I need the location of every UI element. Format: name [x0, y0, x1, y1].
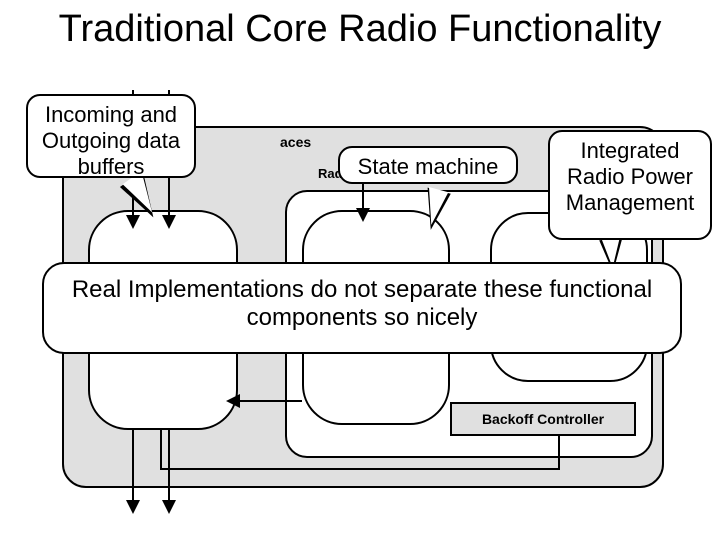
arrowhead-left-icon [226, 394, 240, 408]
arrow-line [558, 436, 560, 470]
arrowhead-down-icon [126, 215, 140, 229]
callout-text: Integrated Radio Power Management [566, 138, 694, 215]
arrowhead-down-icon [356, 208, 370, 222]
callout-integrated-power: Integrated Radio Power Management [548, 130, 712, 240]
backoff-controller-box: Backoff Controller [450, 402, 636, 436]
arrow-line [160, 468, 560, 470]
arrowhead-down-icon [162, 215, 176, 229]
label-text: aces [280, 134, 311, 150]
title-text: Traditional Core Radio Functionality [59, 8, 662, 50]
callout-text: Incoming and Outgoing data buffers [42, 102, 180, 179]
backoff-label: Backoff Controller [482, 411, 604, 427]
arrow-line [132, 428, 134, 504]
callout-text: State machine [358, 154, 499, 179]
label-interfaces-fragment: aces [280, 134, 311, 150]
arrowhead-down-icon [126, 500, 140, 514]
overlay-note: Real Implementations do not separate the… [42, 262, 682, 354]
arrowhead-down-icon [162, 500, 176, 514]
arrow-line [238, 400, 302, 402]
diagram-title: Traditional Core Radio Functionality [0, 8, 720, 52]
arrow-line [168, 428, 170, 504]
arrow-line [160, 430, 162, 470]
callout-buffers: Incoming and Outgoing data buffers [26, 94, 196, 178]
callout-state-machine: State machine [338, 146, 518, 184]
overlay-note-text: Real Implementations do not separate the… [72, 276, 652, 331]
